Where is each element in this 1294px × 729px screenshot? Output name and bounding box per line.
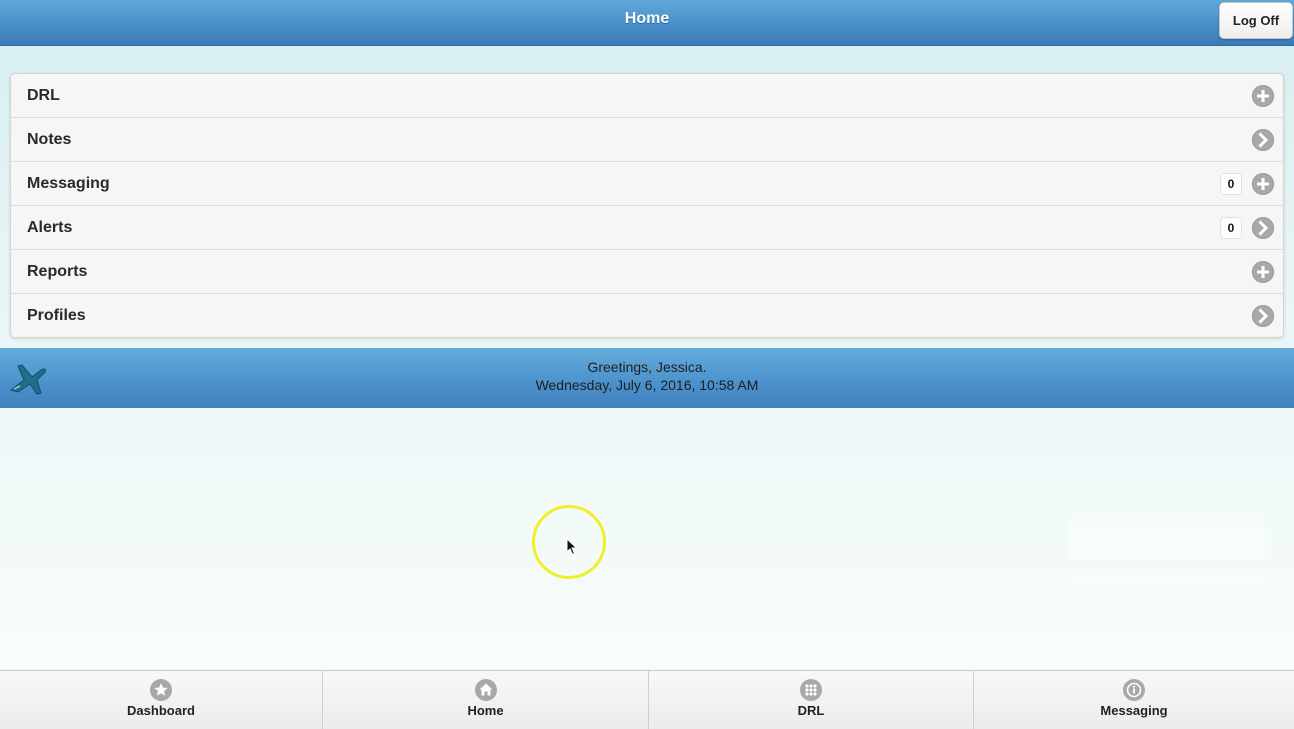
tab-label: Messaging [1100, 703, 1168, 718]
grid-icon [800, 679, 822, 701]
background-ghost-strip [1070, 575, 1265, 587]
footer-nav-bar: Dashboard Home DRL Messaging [0, 670, 1294, 729]
background-ghost-panel [1070, 515, 1265, 560]
greeting-message: Greetings, Jessica. [587, 359, 707, 375]
star-icon [150, 679, 172, 701]
header-bar: Home Log Off [0, 0, 1294, 46]
tab-home[interactable]: Home [322, 671, 648, 729]
plus-icon [1252, 261, 1274, 283]
chevron-right-icon [1252, 129, 1274, 151]
tab-messaging[interactable]: Messaging [973, 671, 1294, 729]
chevron-right-icon [1252, 305, 1274, 327]
menu-item-alerts[interactable]: Alerts 0 [11, 205, 1283, 249]
tab-label: Home [467, 703, 504, 718]
plus-icon [1252, 85, 1274, 107]
page-title: Home [624, 10, 670, 27]
menu-item-label: Profiles [27, 307, 86, 324]
log-off-button[interactable]: Log Off [1219, 2, 1293, 39]
plus-icon [1252, 173, 1274, 195]
menu-item-reports[interactable]: Reports [11, 249, 1283, 293]
home-menu-list: DRL Notes Messaging 0 Alerts 0 Reports P… [10, 73, 1284, 338]
menu-item-messaging[interactable]: Messaging 0 [11, 161, 1283, 205]
menu-item-label: Reports [27, 263, 88, 280]
menu-item-drl[interactable]: DRL [11, 74, 1283, 117]
menu-item-notes[interactable]: Notes [11, 117, 1283, 161]
menu-item-label: Alerts [27, 219, 73, 236]
alerts-count-badge: 0 [1220, 217, 1242, 239]
current-datetime: Wednesday, July 6, 2016, 10:58 AM [535, 377, 759, 393]
menu-item-label: Notes [27, 131, 72, 148]
home-icon [474, 679, 497, 701]
tab-label: Dashboard [127, 703, 195, 718]
messaging-count-badge: 0 [1220, 173, 1242, 195]
menu-item-label: Messaging [27, 175, 110, 192]
chevron-right-icon [1252, 217, 1274, 239]
info-icon [1123, 679, 1145, 701]
menu-item-profiles[interactable]: Profiles [11, 293, 1283, 337]
tab-dashboard[interactable]: Dashboard [0, 671, 322, 729]
tab-drl[interactable]: DRL [648, 671, 973, 729]
tab-label: DRL [797, 703, 825, 718]
greeting-banner: Greetings, Jessica. Wednesday, July 6, 2… [0, 348, 1294, 408]
mouse-pointer-icon [566, 537, 578, 561]
greeting-text-block: Greetings, Jessica. Wednesday, July 6, 2… [0, 358, 1294, 394]
menu-item-label: DRL [27, 87, 60, 104]
